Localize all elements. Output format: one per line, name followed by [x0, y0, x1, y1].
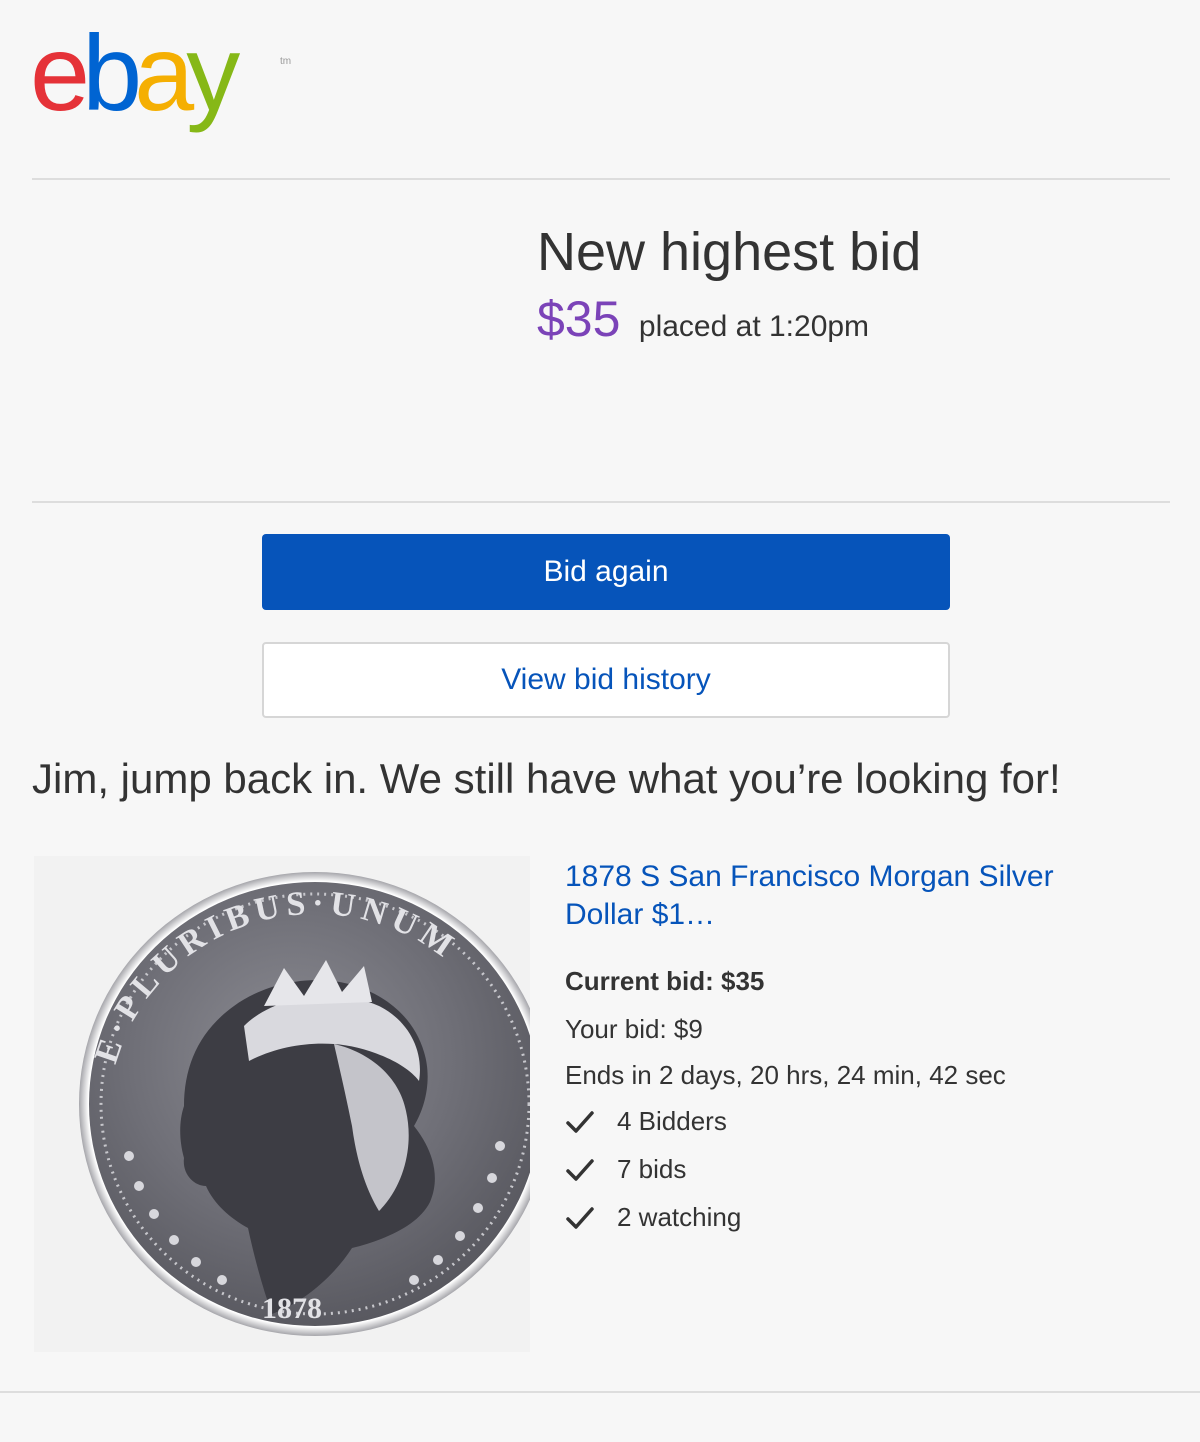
checkmark-icon: [566, 1206, 594, 1229]
stat-label: 7 bids: [617, 1154, 687, 1184]
your-bid: Your bid: $9: [565, 1014, 703, 1044]
ebay-logo[interactable]: ebay tm: [30, 22, 310, 142]
notification-headline: New highest bid: [537, 222, 922, 282]
stat-label: 2 watching: [617, 1202, 742, 1232]
logo-letter-e: e: [30, 22, 86, 133]
checkmark-icon: [566, 1110, 594, 1133]
view-bid-history-button[interactable]: View bid history: [262, 642, 950, 718]
item-title-link[interactable]: 1878 S San Francisco Morgan Silver Dolla…: [565, 858, 1125, 934]
bid-again-button[interactable]: Bid again: [262, 534, 950, 610]
morgan-silver-dollar-coin-image: E·PLURIBUS·UNUM 1878: [34, 856, 530, 1352]
checkmark-icon: [566, 1158, 594, 1181]
trademark-mark: tm: [280, 56, 291, 67]
item-image[interactable]: E·PLURIBUS·UNUM 1878: [34, 856, 530, 1352]
logo-letter-y: y: [186, 22, 240, 133]
bid-amount: $35: [537, 291, 621, 347]
header-divider: [32, 178, 1170, 180]
section-divider: [32, 501, 1170, 503]
stat-bidders: 4 Bidders: [565, 1106, 727, 1137]
auction-ends-in: Ends in 2 days, 20 hrs, 24 min, 42 sec: [565, 1060, 1006, 1090]
current-bid: Current bid: $35: [565, 966, 765, 996]
svg-text:ebay: ebay: [30, 22, 240, 133]
coin-year: 1878: [262, 1292, 322, 1325]
bid-summary: $35 placed at 1:20pm: [537, 290, 869, 348]
stat-watching: 2 watching: [565, 1202, 741, 1233]
stat-label: 4 Bidders: [617, 1106, 727, 1136]
logo-letter-b: b: [82, 22, 138, 133]
bid-time: placed at 1:20pm: [638, 310, 870, 343]
promo-message: Jim, jump back in. We still have what yo…: [32, 755, 1061, 802]
footer-divider: [0, 1391, 1200, 1393]
stat-bids: 7 bids: [565, 1154, 686, 1185]
